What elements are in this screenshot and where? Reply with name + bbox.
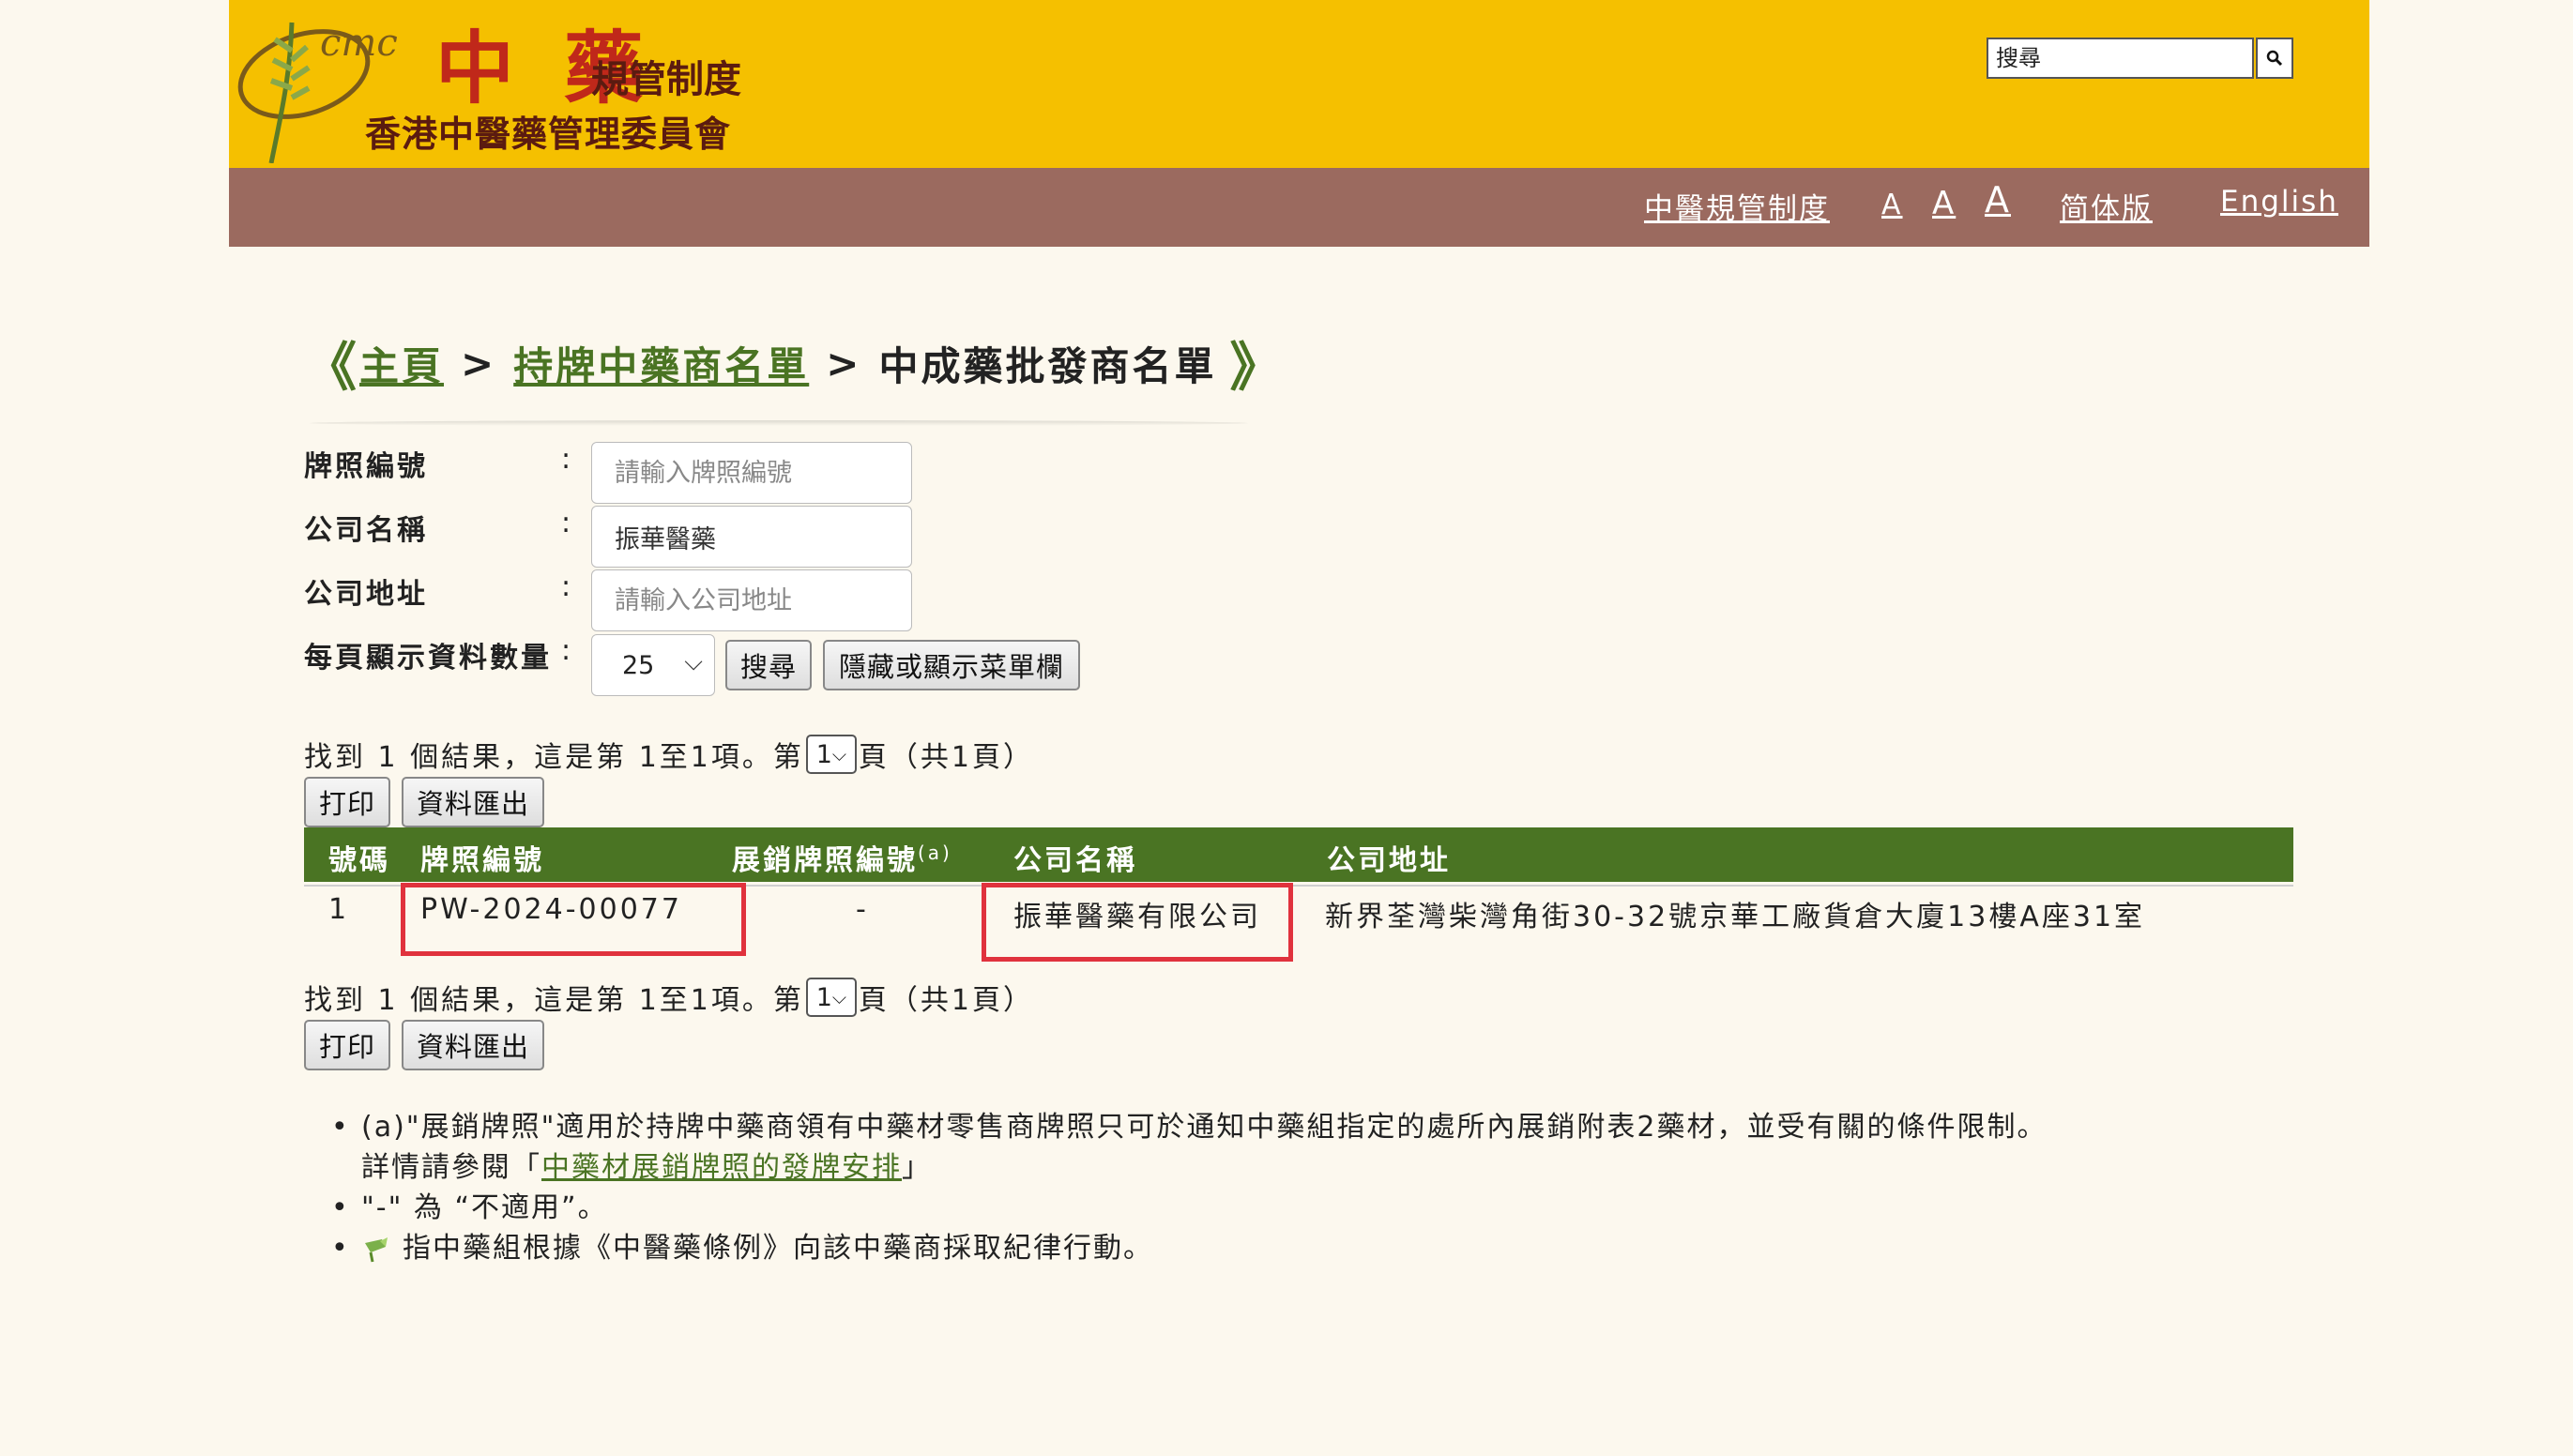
license-no-input[interactable] [591, 442, 912, 504]
site-header: cmc 中 藥 規管制度 香港中醫藥管理委員會 [229, 0, 2369, 168]
note-display-license: (a)"展銷牌照"適用於持牌中藥商領有中藥材零售商牌照只可於通知中藥組指定的處所… [361, 1111, 2048, 1144]
note-item: • "-" 為 “不適用”。 [331, 1188, 2047, 1228]
logo-badge: cmc [320, 22, 398, 65]
label-colon: : [561, 570, 571, 603]
results-summary-prefix: 找到 1 個結果，這是第 1至1項。第 [304, 984, 804, 1017]
col-address: 公司地址 [1327, 844, 1451, 877]
breadcrumb: 《 主頁 > 持牌中藥商名單 > 中成藥批發商名單 》 [304, 335, 1285, 399]
top-nav: 中醫規管制度 A A A 简体版 English [229, 168, 2369, 247]
cell-address: 新界荃灣柴灣角街30-32號京華工廠貨倉大廈13樓A座31室 [1325, 901, 2146, 933]
search-button[interactable]: 搜尋 [725, 640, 812, 690]
chevron-down-icon: ⌵ [684, 648, 703, 676]
results-summary-top: 找到 1 個結果，這是第 1至1項。第 1 ⌵ 頁（共1頁） [304, 734, 1034, 775]
breadcrumb-separator: > [461, 340, 497, 387]
logo-subtitle: 香港中醫藥管理委員會 [365, 113, 732, 155]
font-size-small[interactable]: A [1881, 189, 1903, 221]
notes-list: • (a)"展銷牌照"適用於持牌中藥商領有中藥材零售商牌照只可於通知中藥組指定的… [331, 1107, 2048, 1268]
per-page-select[interactable]: 25 ⌵ [591, 634, 715, 696]
page-select[interactable]: 1 ⌵ [805, 735, 857, 774]
results-summary-prefix: 找到 1 個結果，這是第 1至1項。第 [304, 741, 804, 774]
breadcrumb-open-mark: 《 [304, 337, 359, 399]
page-select-value: 1 [815, 982, 832, 1012]
col-company: 公司名稱 [1013, 844, 1137, 877]
site-search-input[interactable] [1987, 38, 2254, 79]
results-summary-suffix: 頁（共1頁） [858, 741, 1034, 774]
breadcrumb-close-mark: 》 [1229, 337, 1286, 399]
nav-cm-regulation[interactable]: 中醫規管制度 [1644, 185, 1830, 227]
label-colon: : [561, 507, 571, 539]
company-name-input[interactable] [591, 506, 912, 568]
search-icon [2266, 50, 2283, 67]
note-item: • (a)"展銷牌照"適用於持牌中藥商領有中藥材零售商牌照只可於通知中藥組指定的… [331, 1107, 2048, 1188]
col-license-no: 牌照編號 [420, 844, 544, 877]
breadcrumb-shadow [310, 420, 1248, 426]
license-label: 牌照編號 [304, 450, 428, 483]
cell-no: 1 [328, 893, 350, 926]
print-button[interactable]: 打印 [304, 777, 390, 827]
bullet: • [331, 1232, 350, 1265]
note-item: • 指中藥組根據《中醫藥條例》向該中藥商採取紀律行動。 [331, 1228, 2047, 1268]
license-no-highlight [401, 883, 746, 956]
company-address-input[interactable] [591, 569, 912, 631]
print-button-bottom[interactable]: 打印 [304, 1020, 390, 1070]
footnote-marker: (a) [918, 842, 952, 864]
col-no: 號碼 [328, 844, 390, 877]
bullet: • [331, 1191, 350, 1224]
export-button[interactable]: 資料匯出 [402, 777, 544, 827]
breadcrumb-licensed-traders-link[interactable]: 持牌中藥商名單 [513, 335, 809, 392]
page-select-value: 1 [815, 739, 832, 769]
toggle-menu-button[interactable]: 隱藏或顯示菜單欄 [823, 640, 1080, 690]
col-display-license-label: 展銷牌照編號 [732, 844, 918, 877]
note-ref-prefix: 詳情請參閱「 [361, 1151, 541, 1184]
company-name-highlight [982, 883, 1293, 962]
breadcrumb-separator: > [826, 340, 862, 387]
per-page-label: 每頁顯示資料數量 [304, 642, 552, 675]
page-select-bottom[interactable]: 1 ⌵ [805, 978, 857, 1017]
font-size-large[interactable]: A [1985, 179, 2011, 220]
label-colon: : [561, 634, 571, 667]
breadcrumb-current: 中成藥批發商名單 [878, 342, 1217, 389]
font-size-medium[interactable]: A [1932, 185, 1956, 222]
bullet: • [331, 1111, 350, 1144]
address-label: 公司地址 [304, 578, 428, 611]
logo-title-small: 規管制度 [591, 57, 741, 101]
note-ref-suffix: 」 [902, 1151, 932, 1184]
company-label: 公司名稱 [304, 514, 428, 547]
nav-english[interactable]: English [2220, 185, 2338, 219]
note-display-license-ref: 詳情請參閱「中藥材展銷牌照的發牌安排」 [361, 1147, 2047, 1188]
per-page-value: 25 [622, 650, 655, 680]
chevron-down-icon: ⌵ [831, 743, 847, 766]
results-summary-bottom: 找到 1 個結果，這是第 1至1項。第 1 ⌵ 頁（共1頁） [304, 977, 1034, 1018]
cell-display-license: - [856, 893, 869, 926]
display-license-arrangement-link[interactable]: 中藥材展銷牌照的發牌安排 [541, 1151, 902, 1184]
table-header: 號碼 牌照編號 展銷牌照編號(a) 公司名稱 公司地址 [304, 827, 2293, 882]
page-frame: cmc 中 藥 規管制度 香港中醫藥管理委員會 中醫規管制度 A A A 简体版… [229, 0, 2369, 247]
results-summary-suffix: 頁（共1頁） [858, 984, 1034, 1017]
disciplinary-flag-icon [365, 1236, 388, 1262]
chevron-down-icon: ⌵ [831, 986, 847, 1009]
label-colon: : [561, 443, 571, 476]
breadcrumb-home-link[interactable]: 主頁 [359, 335, 444, 392]
note-disciplinary: 指中藥組根據《中醫藥條例》向該中藥商採取紀律行動。 [403, 1232, 1153, 1265]
site-search-button[interactable] [2256, 38, 2293, 79]
nav-simplified-chinese[interactable]: 简体版 [2060, 185, 2153, 227]
export-button-bottom[interactable]: 資料匯出 [402, 1020, 544, 1070]
note-not-applicable: "-" 為 “不適用”。 [361, 1191, 608, 1224]
col-display-license: 展銷牌照編號(a) [732, 837, 952, 878]
